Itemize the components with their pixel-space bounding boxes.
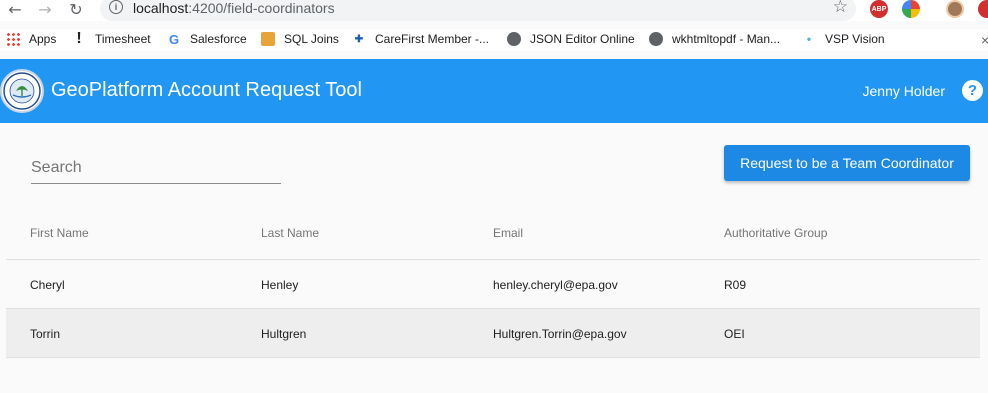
bookmark-label: CareFirst Member -...: [375, 32, 490, 46]
cell-last-name: Hultgren: [261, 327, 307, 341]
bookmark-label: Apps: [29, 32, 57, 46]
url-host: localhost: [133, 0, 189, 16]
site-info-icon[interactable]: i: [109, 0, 123, 14]
bookmark-json-editor[interactable]: JSON Editor Online: [507, 32, 635, 46]
cell-email: henley.cheryl@epa.gov: [493, 278, 618, 292]
table-row[interactable]: Cheryl Henley henley.cheryl@epa.gov R09: [6, 260, 980, 309]
bookmark-apps[interactable]: Apps: [6, 32, 56, 46]
column-header-first-name[interactable]: First Name: [30, 226, 89, 240]
bookmark-wkhtmltopdf[interactable]: wkhtmltopdf - Man...: [649, 32, 780, 46]
cell-last-name: Henley: [261, 278, 299, 292]
profile-avatar[interactable]: [946, 0, 964, 18]
google-icon: G: [168, 31, 180, 47]
bookmark-vsp-vision[interactable]: • VSP Vision: [802, 32, 885, 46]
help-icon[interactable]: ?: [962, 80, 983, 101]
address-bar[interactable]: i localhost:4200/field-coordinators ☆: [100, 0, 856, 21]
bookmark-sql-joins[interactable]: SQL Joins: [261, 32, 339, 46]
cell-first-name: Cheryl: [30, 278, 65, 292]
carefirst-icon: ✚: [354, 33, 364, 45]
address-url[interactable]: localhost:4200/field-coordinators: [133, 0, 335, 16]
search-input[interactable]: [31, 156, 281, 180]
bookmark-timesheet[interactable]: ! Timesheet: [72, 30, 151, 47]
search-field: [31, 156, 281, 184]
bookmarks-bar: Apps ! Timesheet G Salesforce SQL Joins …: [0, 29, 988, 51]
bookmark-star-icon[interactable]: ☆: [833, 0, 848, 17]
app-header: GeoPlatform Account Request Tool Jenny H…: [0, 59, 988, 123]
bookmark-label: SQL Joins: [284, 32, 339, 46]
page-title: GeoPlatform Account Request Tool: [51, 79, 362, 101]
cell-first-name: Torrin: [30, 327, 61, 341]
cell-email: Hultgren.Torrin@epa.gov: [493, 327, 627, 341]
reload-icon[interactable]: ↻: [67, 0, 85, 19]
sql-joins-icon: [261, 32, 275, 46]
url-path: :4200/field-coordinators: [188, 0, 335, 16]
column-header-email[interactable]: Email: [493, 226, 523, 240]
table-header: First Name Last Name Email Authoritative…: [6, 203, 980, 260]
back-arrow-icon[interactable]: ←: [6, 0, 24, 19]
browser-toolbar: ← → ↻ i localhost:4200/field-coordinator…: [0, 0, 988, 21]
exclamation-icon: !: [76, 30, 82, 47]
bookmark-label: wkhtmltopdf - Man...: [672, 32, 781, 46]
globe-icon: [649, 32, 663, 46]
request-team-coordinator-button[interactable]: Request to be a Team Coordinator: [724, 145, 970, 181]
close-icon[interactable]: ×: [981, 32, 988, 48]
cell-authoritative-group: R09: [724, 278, 747, 292]
bookmark-label: Salesforce: [190, 32, 247, 46]
adblock-extension-icon[interactable]: ABP: [870, 0, 888, 18]
apps-grid-icon: [6, 32, 20, 46]
vsp-icon: •: [806, 32, 812, 46]
table-row[interactable]: Torrin Hultgren Hultgren.Torrin@epa.gov …: [6, 309, 980, 358]
coordinators-table: First Name Last Name Email Authoritative…: [6, 203, 980, 358]
bookmark-salesforce[interactable]: G Salesforce: [167, 31, 247, 47]
extension-icon[interactable]: [978, 0, 988, 18]
user-name[interactable]: Jenny Holder: [863, 83, 946, 99]
column-header-authoritative-group[interactable]: Authoritative Group: [724, 226, 827, 240]
cell-authoritative-group: OEI: [724, 327, 745, 341]
forward-arrow-icon[interactable]: →: [36, 0, 54, 19]
column-header-last-name[interactable]: Last Name: [261, 226, 319, 240]
bookmark-label: Timesheet: [95, 32, 151, 46]
bookmark-label: VSP Vision: [825, 32, 885, 46]
bookmark-carefirst[interactable]: ✚ CareFirst Member -...: [352, 32, 489, 46]
globe-icon: [507, 32, 521, 46]
bookmark-label: JSON Editor Online: [530, 32, 635, 46]
color-extension-icon[interactable]: [902, 0, 920, 18]
epa-seal-logo: [0, 69, 44, 113]
